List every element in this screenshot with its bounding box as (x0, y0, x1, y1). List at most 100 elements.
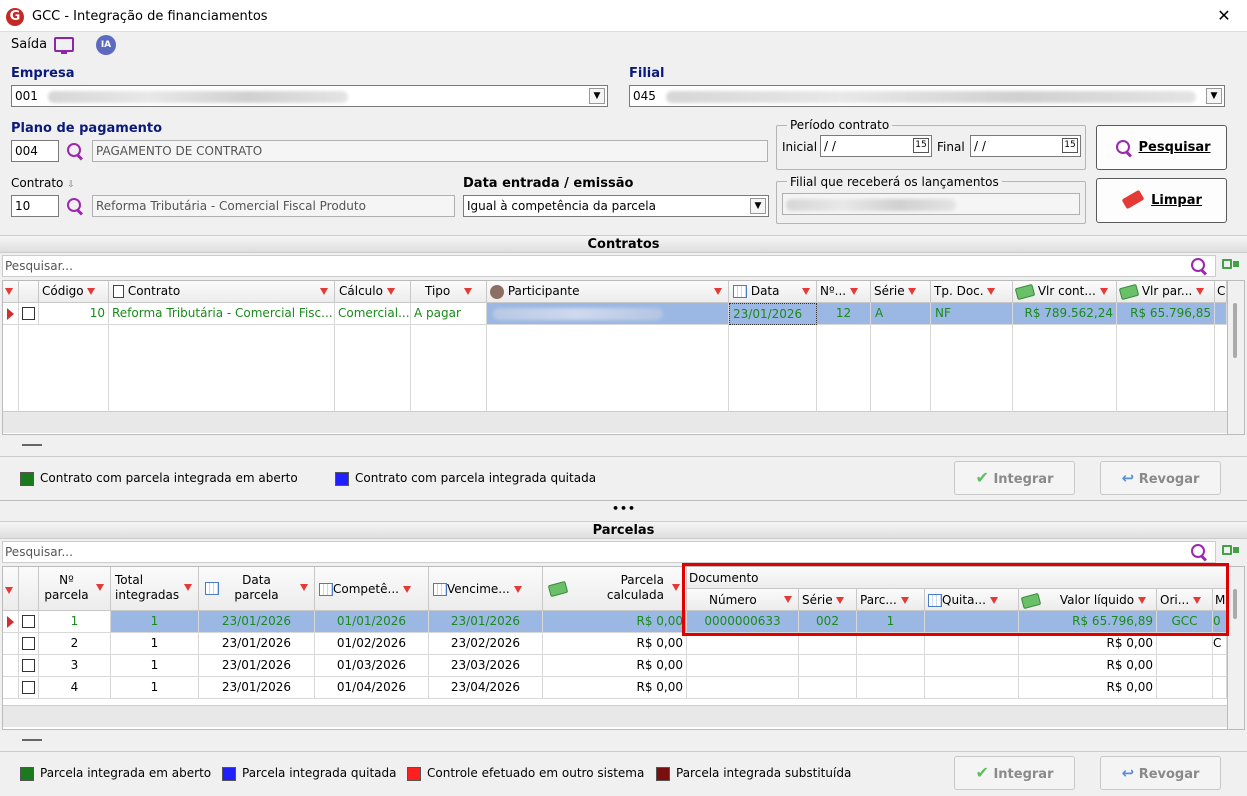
cell-n[interactable]: 3 (39, 655, 111, 677)
cell-numero[interactable] (687, 633, 799, 655)
search-icon[interactable] (1190, 257, 1208, 275)
cell-vlrcont[interactable]: R$ 789.562,24 (1013, 303, 1117, 325)
search-icon[interactable] (66, 197, 84, 215)
cell-m[interactable] (1213, 655, 1227, 677)
col-num[interactable]: Nº... (817, 281, 871, 303)
search-icon[interactable] (66, 142, 84, 160)
cell-ori[interactable] (1157, 633, 1213, 655)
cell-data[interactable]: 23/01/2026 (729, 303, 817, 325)
cell-ori[interactable] (1157, 677, 1213, 699)
filter-icon[interactable] (513, 586, 522, 593)
col-calculo[interactable]: Cálculo (335, 281, 411, 303)
filter-icon[interactable] (672, 584, 680, 591)
expand-icon[interactable] (1220, 543, 1240, 563)
col-calc[interactable]: Parcela calculada (543, 567, 687, 611)
calendar-icon[interactable]: 15 (913, 138, 929, 153)
col-data[interactable]: Data (729, 281, 817, 303)
cell-contrato[interactable]: Reforma Tributária - Comercial Fisc... (109, 303, 335, 325)
integrar-button[interactable]: ✔ Integrar (954, 461, 1075, 495)
col-vlrpar[interactable]: Vlr par... (1117, 281, 1215, 303)
cell-serie[interactable] (799, 677, 857, 699)
col-participante[interactable]: Participante (487, 281, 729, 303)
col-extra[interactable]: C (1215, 281, 1227, 303)
cell-participante[interactable] (487, 303, 729, 325)
checkbox[interactable] (22, 615, 35, 628)
close-button[interactable]: ✕ (1212, 5, 1236, 27)
vertical-scrollbar[interactable] (1227, 281, 1244, 434)
cell-calc[interactable]: R$ 0,00 (543, 633, 687, 655)
revogar-button[interactable]: ↩ Revogar (1100, 461, 1221, 495)
monitor-icon[interactable] (54, 37, 74, 54)
pesquisar-button[interactable]: Pesquisar (1096, 125, 1227, 170)
row-checkbox[interactable] (19, 611, 39, 633)
cell-venc[interactable]: 23/02/2026 (429, 633, 543, 655)
row-checkbox[interactable] (19, 677, 39, 699)
scrollbar-thumb[interactable] (1233, 589, 1237, 619)
calendar-icon[interactable]: 15 (1062, 138, 1078, 153)
horizontal-scrollbar[interactable] (3, 705, 1227, 727)
cell-valor[interactable]: R$ 0,00 (1019, 633, 1157, 655)
filter-icon[interactable] (849, 288, 858, 295)
cell-m[interactable] (1213, 677, 1227, 699)
col-compet[interactable]: Competê... (315, 567, 429, 611)
row-checkbox[interactable] (19, 303, 39, 325)
integrar-button-parcelas[interactable]: ✔ Integrar (954, 756, 1075, 790)
chevron-down-icon[interactable]: ▼ (750, 198, 766, 214)
expand-icon[interactable] (1220, 257, 1240, 277)
checkbox[interactable] (22, 659, 35, 672)
checkbox[interactable] (22, 681, 35, 694)
cell-serie[interactable] (799, 633, 857, 655)
cell-compet[interactable]: 01/03/2026 (315, 655, 429, 677)
cell-vlrpar[interactable]: R$ 65.796,85 (1117, 303, 1215, 325)
cell-n[interactable]: 1 (39, 611, 111, 633)
cell-total[interactable]: 1 (111, 677, 199, 699)
cell-quita[interactable] (925, 655, 1019, 677)
cell-ori[interactable] (1157, 655, 1213, 677)
vertical-scrollbar[interactable] (1227, 567, 1244, 729)
cell-serie[interactable]: A (871, 303, 931, 325)
saida-menu[interactable]: Saída (11, 37, 47, 52)
scrollbar-thumb[interactable] (1233, 303, 1237, 358)
col-tipo[interactable]: Tipo (411, 281, 487, 303)
inicial-date-input[interactable]: / / 15 (820, 135, 932, 157)
filter-icon[interactable] (1099, 288, 1108, 295)
cell-quita[interactable] (925, 677, 1019, 699)
cell-calc[interactable]: R$ 0,00 (543, 677, 687, 699)
col-data[interactable]: Data parcela (199, 567, 315, 611)
filter-icon[interactable] (184, 584, 192, 591)
row-checkbox[interactable] (19, 633, 39, 655)
checkbox[interactable] (22, 637, 35, 650)
cell-data[interactable]: 23/01/2026 (199, 677, 315, 699)
col-total[interactable]: Total integradas (111, 567, 199, 611)
cell-venc[interactable]: 23/01/2026 (429, 611, 543, 633)
final-date-input[interactable]: / / 15 (970, 135, 1081, 157)
filter-icon[interactable] (87, 288, 96, 295)
col-tpdoc[interactable]: Tp. Doc. (931, 281, 1013, 303)
data-entrada-select[interactable]: Igual à competência da parcela ▼ (463, 195, 769, 217)
filter-icon[interactable] (464, 288, 473, 295)
filter-icon[interactable] (5, 587, 13, 594)
cell-serie[interactable] (799, 655, 857, 677)
filter-icon[interactable] (908, 288, 917, 295)
cell-extra[interactable] (1215, 303, 1227, 325)
limpar-button[interactable]: Limpar (1096, 178, 1227, 223)
collapse-icon[interactable] (22, 444, 42, 446)
cell-codigo[interactable]: 10 (39, 303, 109, 325)
filter-icon[interactable] (96, 584, 104, 591)
cell-calculo[interactable]: Comercial... (335, 303, 411, 325)
cell-venc[interactable]: 23/03/2026 (429, 655, 543, 677)
cell-compet[interactable]: 01/04/2026 (315, 677, 429, 699)
cell-venc[interactable]: 23/04/2026 (429, 677, 543, 699)
cell-quita[interactable] (925, 633, 1019, 655)
splitter-grip[interactable]: ••• (612, 502, 636, 515)
filter-icon[interactable] (300, 584, 308, 591)
col-vlrcont[interactable]: Vlr cont... (1013, 281, 1117, 303)
cell-calc[interactable]: R$ 0,00 (543, 655, 687, 677)
collapse-icon[interactable] (22, 739, 42, 741)
cell-numero[interactable] (687, 655, 799, 677)
col-serie[interactable]: Série (871, 281, 931, 303)
cell-parc[interactable] (857, 677, 925, 699)
filter-icon[interactable] (1196, 288, 1205, 295)
cell-tipo[interactable]: A pagar (411, 303, 487, 325)
cell-valor[interactable]: R$ 0,00 (1019, 655, 1157, 677)
